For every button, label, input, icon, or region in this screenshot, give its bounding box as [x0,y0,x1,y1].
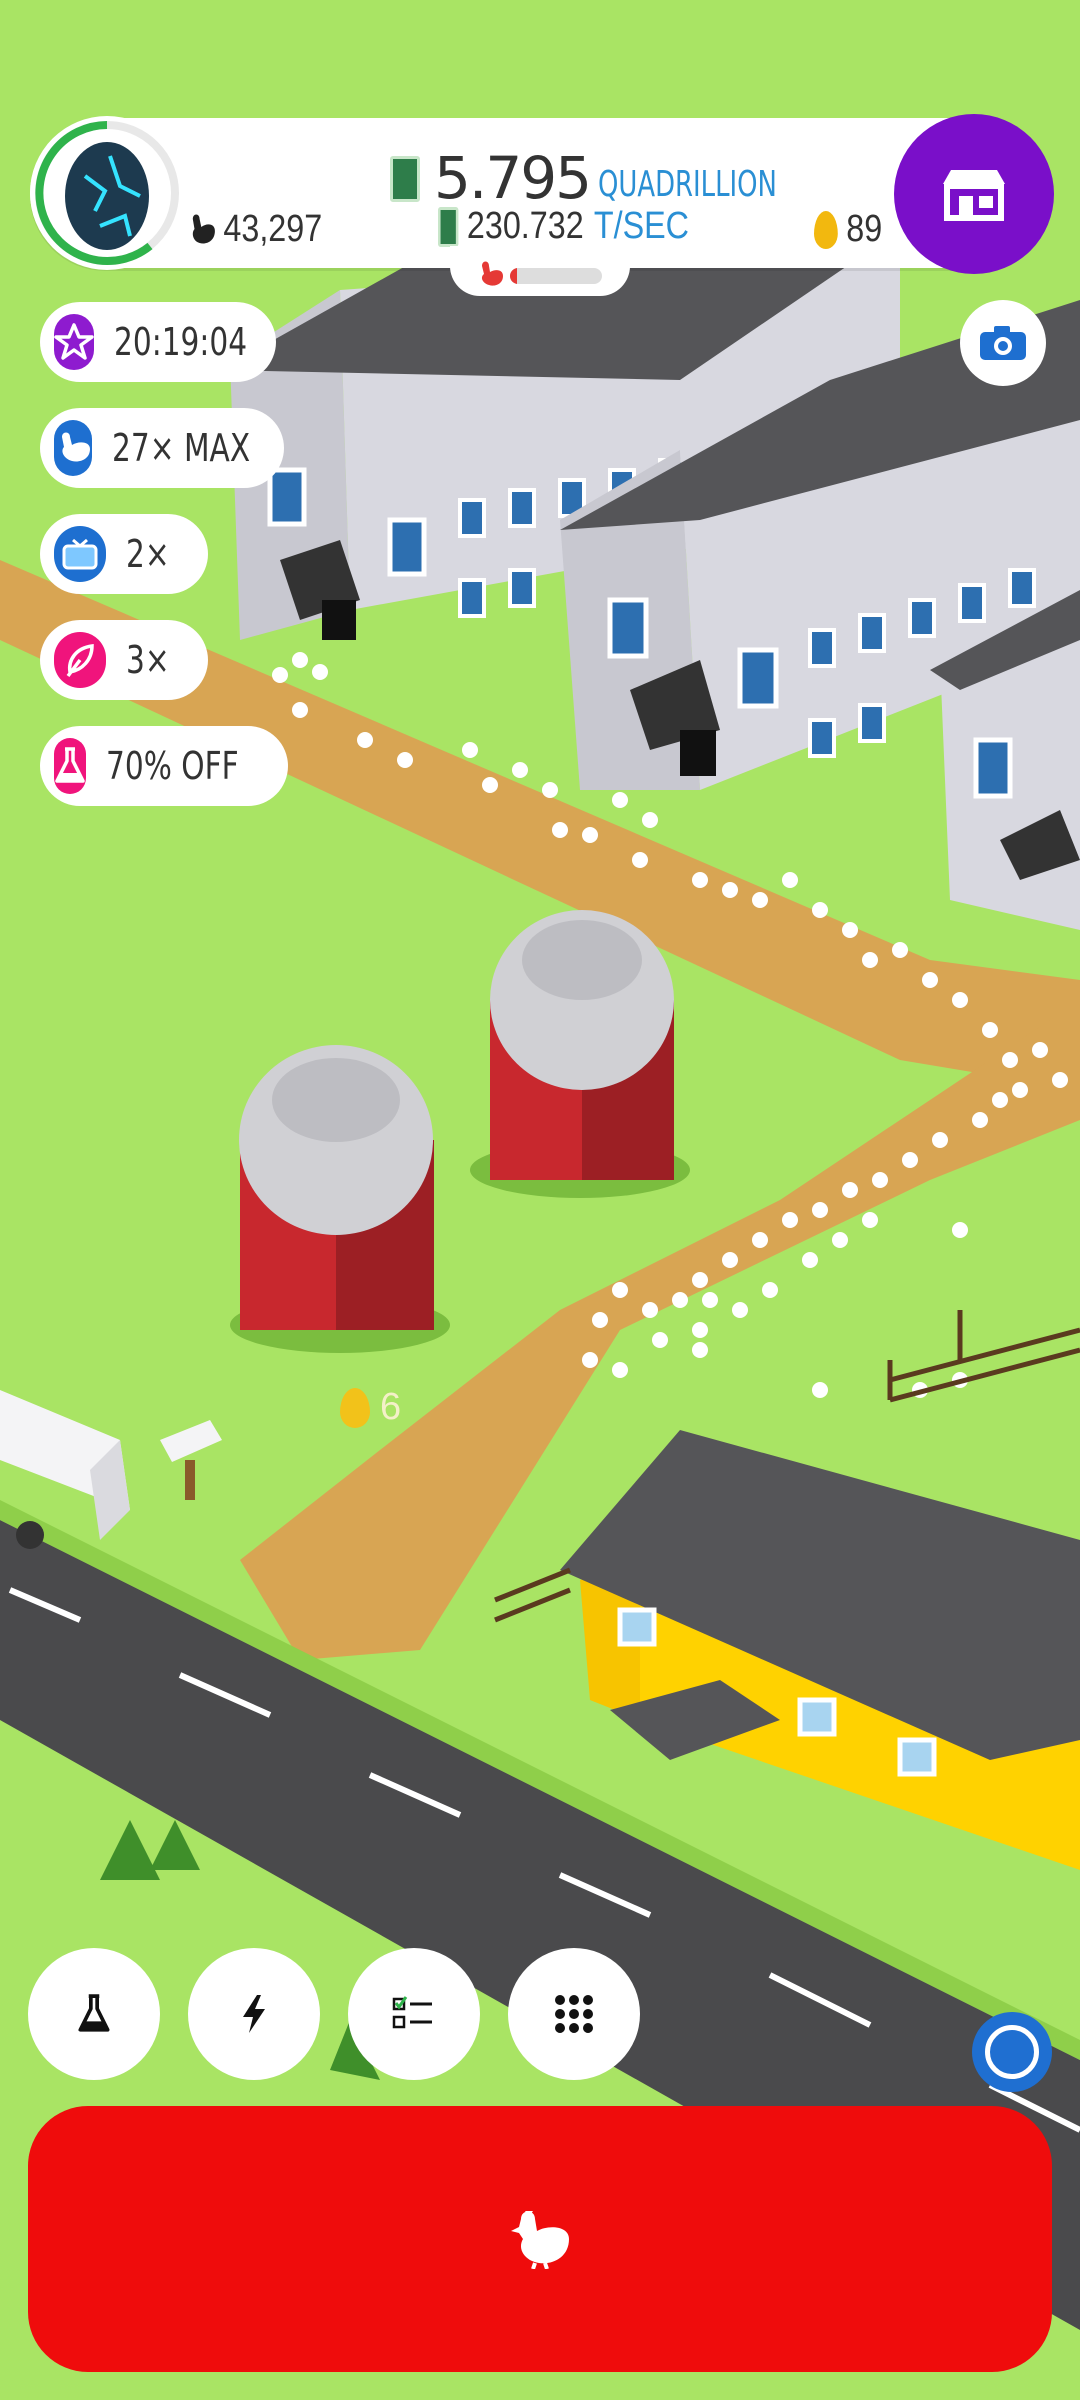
lightning-icon [243,1995,265,2033]
chicken-count: 43,297 [186,208,322,251]
silo-left [230,1045,450,1353]
boost-timer[interactable]: 20:19:04 [40,302,276,382]
rate-value: 230.732 [466,205,584,247]
hatch-chicken-button[interactable] [28,2106,1052,2372]
feather-icon [54,632,106,688]
missions-button[interactable] [348,1948,480,2080]
grid-icon [555,1995,593,2033]
shop-button[interactable] [894,114,1054,274]
egg-progress-ring [35,121,179,265]
yellow-house [560,1430,1080,1870]
floating-gold-reward[interactable]: 6 [340,1386,401,1429]
mailbox [160,1420,222,1500]
chicken-icon [511,2211,569,2269]
rate-unit: T/SEC [593,205,689,247]
egg-level-button[interactable] [30,116,184,270]
boost-chicken-multiplier[interactable]: 27× MAX [40,408,284,488]
flask-icon [54,738,86,794]
boost-timer-label: 20:19:04 [114,320,248,364]
boost-discount-label: 70% OFF [106,744,239,788]
menu-button[interactable] [508,1948,640,2080]
tv-icon [54,526,106,582]
boost-feather-label: 3× [125,638,170,682]
silo-right [470,910,690,1198]
golden-egg-icon [814,210,838,249]
hatchery-progress-bar [510,268,602,284]
cash-icon [390,156,420,202]
red-chicken-icon [481,261,503,286]
golden-egg-icon [340,1387,370,1428]
income-rate: 230.732 T/SEC [438,205,689,248]
floating-ring-button[interactable] [972,2012,1052,2092]
boost-chicken-label: 27× MAX [112,426,251,470]
research-button[interactable] [28,1948,160,2080]
store-icon [943,170,1005,221]
golden-eggs: 89 [814,208,882,251]
boost-research-discount[interactable]: 70% OFF [40,726,288,806]
golden-eggs-value: 89 [846,208,883,250]
money-value: 5.795 [434,144,592,212]
floating-gold-value: 6 [380,1386,402,1428]
boost-video-label: 2× [125,532,170,576]
star-icon [54,314,94,370]
camera-icon [980,326,1026,360]
chicken-icon [192,214,215,243]
boost-video-multiplier[interactable]: 2× [40,514,208,594]
money-unit: QUADRILLION [598,164,777,205]
camera-button[interactable] [960,300,1046,386]
chicken-icon [54,420,92,476]
checklist-icon [392,1996,432,2029]
ring-icon [985,2025,1039,2079]
chicken-count-value: 43,297 [223,208,323,250]
money-display: 5.795 QUADRILLION [390,140,822,210]
flask-icon [78,1994,110,2032]
cash-icon [438,206,459,247]
boost-feather-multiplier[interactable]: 3× [40,620,208,700]
boosts-button[interactable] [188,1948,320,2080]
